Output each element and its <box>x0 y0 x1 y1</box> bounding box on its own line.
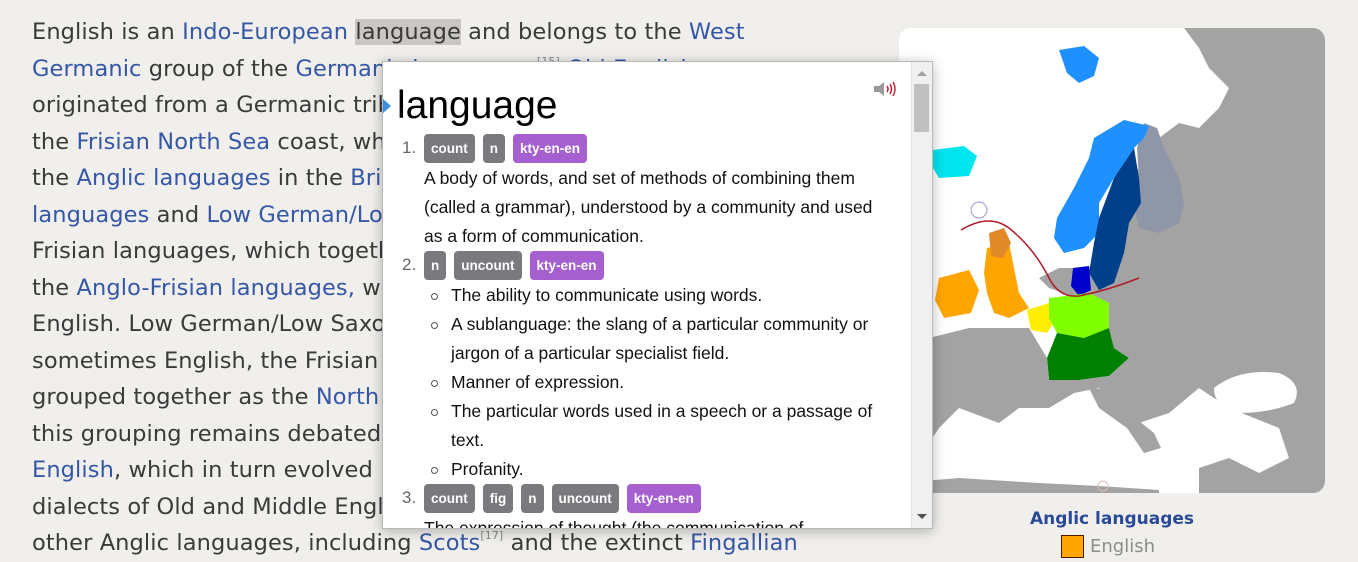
article-line: English is an Indo-European language and… <box>32 14 892 51</box>
article-text: grouped together as the <box>32 384 316 410</box>
article-link[interactable]: Scots <box>419 530 480 556</box>
sense-number: 2. <box>402 255 417 274</box>
sense-number: 3. <box>402 488 417 507</box>
entry-marker-icon <box>383 98 391 114</box>
article-link[interactable]: Low German/ <box>207 202 357 228</box>
article-text: the <box>32 165 77 191</box>
article-text: the <box>32 274 77 301</box>
article-link[interactable]: English <box>32 457 114 483</box>
selected-word[interactable]: language <box>355 19 461 45</box>
grammar-tag: uncount <box>454 251 522 280</box>
grammar-tag: n <box>482 134 505 163</box>
article-text: and belongs to the <box>460 19 689 45</box>
article-text: and the extinct <box>503 530 691 556</box>
sense-tags: count n kty-en-en <box>424 134 903 163</box>
sense-definition: The expression of thought (the communica… <box>424 518 804 528</box>
speaker-icon[interactable] <box>872 80 898 98</box>
scroll-thumb[interactable] <box>914 84 929 132</box>
article-link[interactable]: Fingallian <box>690 530 798 556</box>
grammar-tag: uncount <box>551 484 619 513</box>
article-text: in the <box>270 165 351 191</box>
sense-number: 1. <box>402 138 417 157</box>
article-link[interactable]: Anglo-Frisian languages, <box>76 275 355 301</box>
grammar-tag: count <box>424 484 475 513</box>
subsense-item: The particular words used in a speech or… <box>424 397 903 455</box>
article-text: and <box>149 201 207 228</box>
germanic-languages-map <box>899 28 1325 493</box>
subsense-item: Profanity. <box>424 455 903 484</box>
popup-scrollbar[interactable] <box>911 62 932 528</box>
sense-tags: n uncount kty-en-en <box>424 251 903 280</box>
article-link[interactable]: languages <box>32 202 149 228</box>
grammar-tag: n <box>521 484 544 513</box>
low-german-region <box>1049 293 1109 338</box>
article-text: English is an <box>32 19 183 45</box>
sense-definition: A body of words, and set of methods of c… <box>424 168 873 246</box>
scroll-down-arrow-icon[interactable] <box>917 514 927 519</box>
sense-tags: count fig n uncount kty-en-en <box>424 484 903 513</box>
article-line: other Anglic languages, including Scots[… <box>32 525 892 562</box>
scroll-up-arrow-icon[interactable] <box>917 71 927 76</box>
legend-label-english: English <box>1090 536 1155 557</box>
article-link[interactable]: Germanic <box>32 56 142 82</box>
source-tag: kty-en-en <box>513 134 588 163</box>
sense-item: 3. count fig n uncount kty-en-en The expressio… <box>383 484 903 528</box>
article-text: other Anglic languages, including <box>32 530 419 556</box>
grammar-tag: n <box>424 251 447 280</box>
map-figure[interactable] <box>899 28 1325 493</box>
popup-content: language 1. count n kty-en-en A body of word… <box>383 62 912 528</box>
sense-item: 2. n uncount kty-en-en The ability to commun… <box>383 251 903 484</box>
article-link[interactable]: Frisian North Sea <box>76 129 270 155</box>
grammar-tag: count <box>424 134 475 163</box>
legend-swatch-english <box>1061 535 1084 558</box>
subsense-item: The ability to communicate using words. <box>424 281 903 310</box>
article-text: group of the <box>141 55 296 82</box>
map-legend: English <box>1061 535 1155 558</box>
grammar-tag: fig <box>482 484 514 513</box>
citation: [17] <box>480 529 503 542</box>
citation-link[interactable]: [17] <box>480 529 503 542</box>
subsense-item: Manner of expression. <box>424 368 903 397</box>
article-text: the <box>32 128 77 155</box>
sense-list: 1. count n kty-en-en A body of words, and se… <box>383 134 903 528</box>
popup-headword: language <box>397 84 558 127</box>
subsense-list: The ability to communicate using words. A… <box>424 281 903 484</box>
source-tag: kty-en-en <box>626 484 701 513</box>
article-link[interactable]: Indo-European <box>182 19 348 45</box>
subsense-item: A sublanguage: the slang of a particular… <box>424 310 903 368</box>
map-caption[interactable]: Anglic languages <box>899 509 1325 529</box>
article-link[interactable]: West <box>689 19 745 45</box>
sense-item: 1. count n kty-en-en A body of words, and se… <box>383 134 903 251</box>
dictionary-popup[interactable]: language 1. count n kty-en-en A body of word… <box>382 61 933 529</box>
source-tag: kty-en-en <box>529 251 604 280</box>
article-link[interactable]: Anglic languages <box>76 165 270 191</box>
